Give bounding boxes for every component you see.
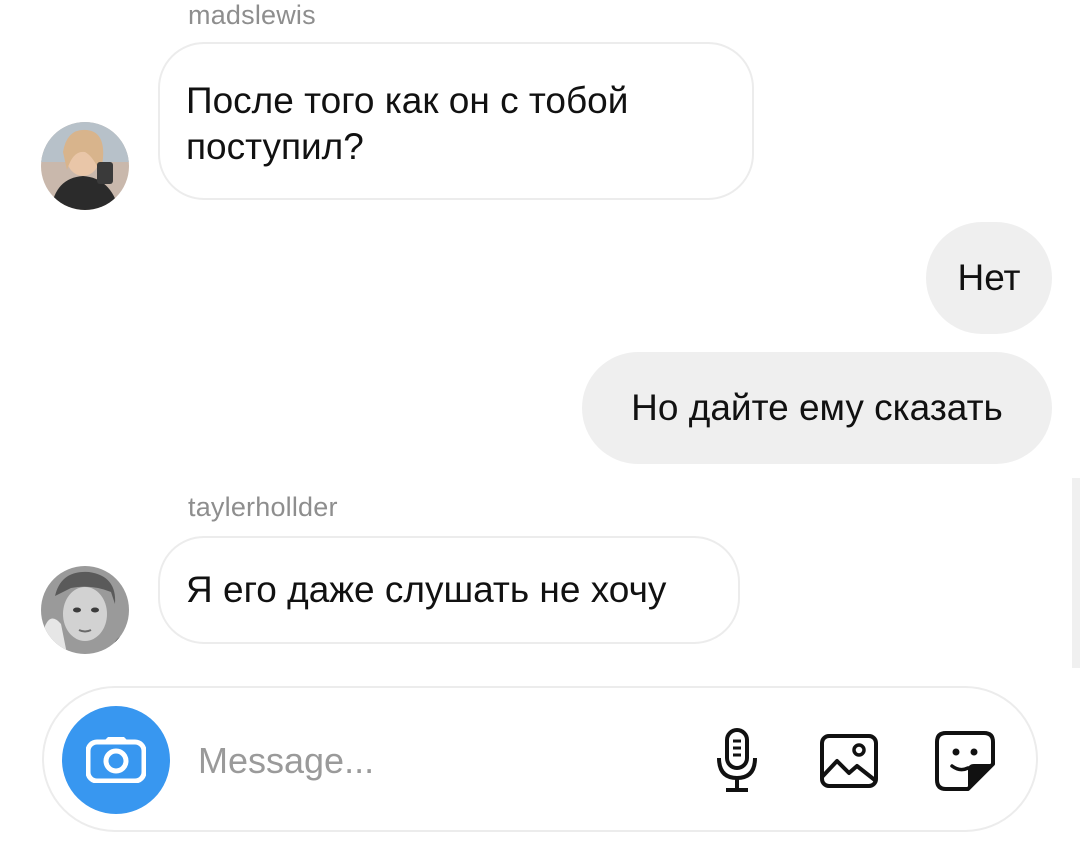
message-bubble-outgoing[interactable]: Но дайте ему сказать	[582, 352, 1052, 464]
message-bubble-incoming[interactable]: После того как он с тобой поступил?	[158, 42, 754, 200]
gallery-button[interactable]	[812, 724, 886, 798]
message-bubble-incoming[interactable]: Я его даже слушать не хочу	[158, 536, 740, 644]
sticker-icon	[935, 731, 995, 791]
sender-name-madslewis: madslewis	[188, 0, 316, 30]
avatar-photo-taylerhollder	[41, 566, 129, 654]
message-text: Нет	[957, 257, 1021, 298]
message-text: После того как он с тобой поступил?	[186, 80, 629, 167]
message-composer	[42, 686, 1038, 832]
camera-button[interactable]	[62, 706, 170, 814]
microphone-icon	[717, 728, 757, 792]
image-icon	[820, 734, 878, 788]
message-bubble-outgoing[interactable]: Нет	[926, 222, 1052, 334]
voice-message-button[interactable]	[700, 724, 774, 798]
avatar-taylerhollder[interactable]	[41, 566, 129, 654]
message-text: Я его даже слушать не хочу	[186, 569, 667, 610]
avatar-photo-madslewis	[41, 122, 129, 210]
sender-name-taylerhollder: taylerhollder	[188, 492, 338, 522]
message-text: Но дайте ему сказать	[631, 387, 1003, 428]
sticker-button[interactable]	[928, 724, 1002, 798]
message-input[interactable]	[198, 728, 678, 794]
avatar-madslewis[interactable]	[41, 122, 129, 210]
scrollbar[interactable]	[1072, 478, 1080, 668]
camera-icon	[86, 737, 146, 783]
